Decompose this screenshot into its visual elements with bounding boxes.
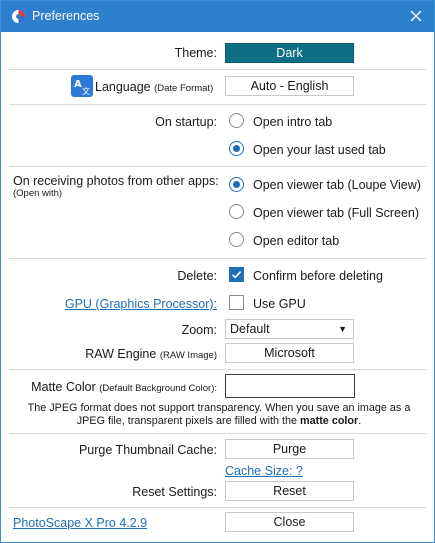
receiving-loupe-option[interactable]: Open viewer tab (Loupe View): [253, 178, 421, 192]
use-gpu-checkbox[interactable]: [229, 295, 244, 310]
receiving-fullscreen-option[interactable]: Open viewer tab (Full Screen): [253, 206, 419, 220]
svg-text:A: A: [74, 79, 82, 90]
cache-size-link[interactable]: Cache Size: ?: [225, 464, 303, 478]
svg-text:文: 文: [82, 86, 90, 96]
language-translate-icon: A 文: [71, 75, 93, 97]
window-title: Preferences: [32, 9, 100, 23]
dropdown-arrow-icon: ▼: [338, 324, 347, 334]
matte-color-label-text: Matte Color: [31, 380, 96, 394]
title-bar[interactable]: Preferences: [1, 1, 434, 32]
startup-last-tab-option[interactable]: Open your last used tab: [253, 143, 386, 157]
purge-cache-label: Purge Thumbnail Cache:: [78, 443, 217, 457]
raw-engine-sublabel: (RAW Image): [159, 350, 217, 361]
raw-engine-label-text: RAW Engine: [85, 347, 157, 361]
zoom-select-value: Default: [230, 322, 270, 336]
reset-button[interactable]: Reset: [225, 481, 354, 501]
matte-color-label: Matte Color (Default Background Color):: [31, 380, 217, 394]
zoom-select[interactable]: Default ▼: [225, 319, 354, 339]
receiving-sublabel: (Open with): [13, 188, 63, 199]
receiving-label: On receiving photos from other apps:: [13, 174, 219, 188]
raw-engine-label: RAW Engine (RAW Image): [85, 347, 217, 361]
confirm-delete-option[interactable]: Confirm before deleting: [253, 269, 383, 283]
receiving-editor-option[interactable]: Open editor tab: [253, 234, 339, 248]
close-button[interactable]: Close: [225, 512, 354, 532]
use-gpu-option[interactable]: Use GPU: [253, 297, 306, 311]
app-logo-icon: [11, 9, 26, 24]
preferences-window: Preferences Theme: Dark A 文 Language (Da…: [0, 0, 435, 543]
checkmark-icon: [231, 271, 242, 279]
receiving-editor-radio[interactable]: [229, 232, 244, 247]
matte-color-note: The JPEG format does not support transpa…: [13, 402, 425, 428]
raw-engine-button[interactable]: Microsoft: [225, 343, 354, 363]
confirm-delete-checkbox[interactable]: [229, 267, 244, 282]
gpu-link[interactable]: GPU (Graphics Processor):: [65, 297, 217, 311]
startup-last-tab-radio[interactable]: [229, 141, 244, 156]
theme-label: Theme:: [174, 46, 217, 60]
close-window-button[interactable]: [404, 5, 428, 27]
divider: [9, 258, 426, 259]
zoom-label: Zoom:: [181, 323, 217, 337]
delete-label: Delete:: [177, 269, 217, 283]
receiving-loupe-radio[interactable]: [229, 177, 244, 192]
divider: [9, 433, 426, 434]
matte-note-bold: matte color: [300, 415, 359, 427]
startup-label: On startup:: [155, 115, 217, 129]
version-link[interactable]: PhotoScape X Pro 4.2.9: [13, 516, 147, 530]
divider: [9, 369, 426, 370]
divider: [9, 69, 426, 70]
close-icon: [410, 10, 422, 22]
divider: [9, 507, 426, 508]
divider: [9, 104, 426, 105]
purge-button[interactable]: Purge: [225, 439, 354, 459]
matte-color-sublabel: (Default Background Color):: [99, 383, 217, 394]
receiving-fullscreen-radio[interactable]: [229, 204, 244, 219]
startup-intro-option[interactable]: Open intro tab: [253, 115, 332, 129]
reset-settings-label: Reset Settings:: [132, 485, 217, 499]
matte-note-end: .: [358, 415, 362, 427]
theme-button[interactable]: Dark: [225, 43, 354, 63]
language-label: Language (Date Format): [95, 80, 213, 94]
language-button[interactable]: Auto - English: [225, 76, 354, 96]
startup-intro-radio[interactable]: [229, 113, 244, 128]
language-label-text: Language: [95, 80, 151, 94]
divider: [9, 166, 426, 167]
language-sublabel: (Date Format): [154, 83, 214, 94]
matte-color-swatch[interactable]: [225, 374, 355, 398]
